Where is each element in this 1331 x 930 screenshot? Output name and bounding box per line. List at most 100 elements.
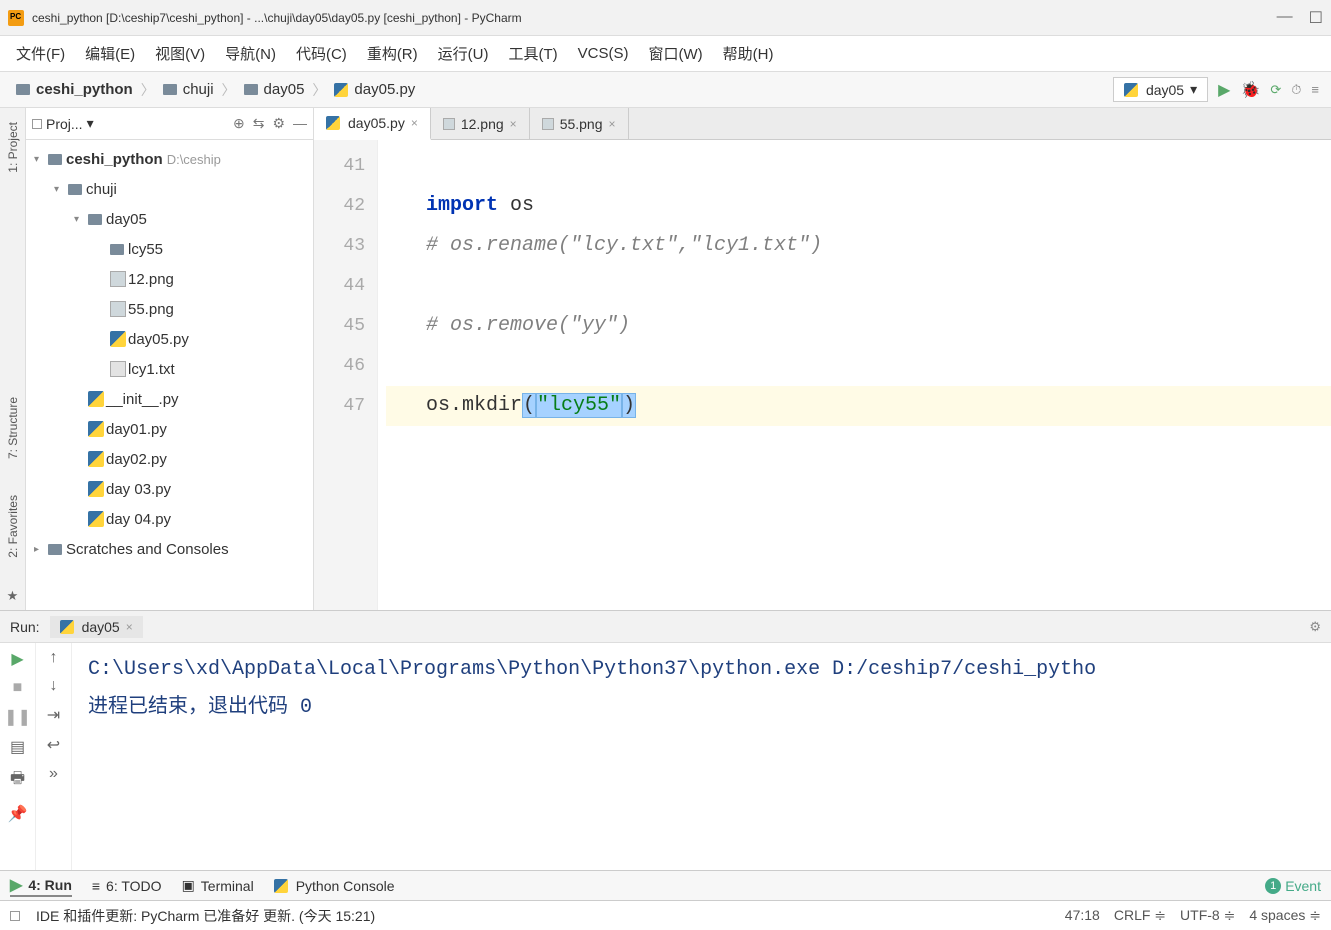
tree-day05py[interactable]: day05.py (26, 324, 313, 354)
folder-icon (16, 84, 30, 95)
menu-view[interactable]: 视图(V) (147, 39, 213, 68)
python-icon (88, 511, 104, 527)
minimize-button[interactable]: — (1277, 8, 1293, 28)
tree-day04[interactable]: day 04.py (26, 504, 313, 534)
run-tab[interactable]: day05× (50, 616, 143, 638)
stop-button[interactable]: ■ (13, 679, 23, 697)
close-icon[interactable]: × (411, 116, 418, 130)
tree-root[interactable]: ▾ceshi_pythonD:\ceship (26, 144, 313, 174)
soft-wrap-button[interactable]: ↩ (47, 735, 60, 755)
project-panel-header: Proj... ▾ ⊕ ⇆ ⚙ — (26, 108, 313, 140)
python-icon (1124, 83, 1138, 97)
folder-icon (163, 84, 177, 95)
locate-button[interactable]: ⊕ (233, 115, 245, 132)
tree-day01[interactable]: day01.py (26, 414, 313, 444)
event-log-button[interactable]: 1Event (1265, 878, 1321, 894)
tree-chuji[interactable]: ▾chuji (26, 174, 313, 204)
project-panel: Proj... ▾ ⊕ ⇆ ⚙ — ▾ceshi_pythonD:\ceship… (26, 108, 314, 610)
python-icon (274, 879, 288, 893)
up-button[interactable]: ↑ (50, 649, 58, 667)
statusbar-icon[interactable] (10, 911, 20, 921)
search-everywhere-button[interactable]: ≡ (1311, 82, 1319, 97)
tree-lcy1txt[interactable]: lcy1.txt (26, 354, 313, 384)
close-icon[interactable]: × (609, 117, 616, 131)
profile-button[interactable]: ⏱ (1291, 82, 1301, 98)
layout-button[interactable]: ▤ (10, 737, 25, 757)
file-encoding[interactable]: UTF-8 ≑ (1180, 907, 1235, 924)
breadcrumb-pkg[interactable]: chuji (159, 79, 218, 100)
tree-12png[interactable]: 12.png (26, 264, 313, 294)
menu-run[interactable]: 运行(U) (430, 39, 497, 68)
run-with-coverage-button[interactable]: ⟳ (1270, 82, 1281, 98)
rerun-button[interactable]: ▶ (11, 649, 23, 669)
folder-icon (68, 184, 82, 195)
export-button[interactable]: ⇥ (47, 705, 60, 725)
breadcrumb-root[interactable]: ceshi_python (12, 79, 137, 100)
python-icon (334, 83, 348, 97)
down-button[interactable]: ↓ (50, 677, 58, 695)
menu-help[interactable]: 帮助(H) (715, 39, 782, 68)
console-line-3: 进程已结束，退出代码 0 (88, 689, 1315, 727)
run-button[interactable]: ▶ (1218, 80, 1230, 100)
code-editor[interactable]: 41424344454647 import os # os.rename("lc… (314, 140, 1331, 610)
menu-refactor[interactable]: 重构(R) (359, 39, 426, 68)
tree-scratches[interactable]: ▸Scratches and Consoles (26, 534, 313, 564)
scroll-end-button[interactable]: » (49, 765, 58, 783)
breadcrumb-folder[interactable]: day05 (240, 79, 309, 100)
code-body[interactable]: import os # os.rename("lcy.txt","lcy1.tx… (378, 140, 1331, 610)
image-icon (542, 118, 554, 130)
bottom-tab-pyconsole[interactable]: Python Console (274, 878, 395, 894)
breadcrumb-sep: 〉 (222, 80, 236, 100)
tree-day03[interactable]: day 03.py (26, 474, 313, 504)
project-tree[interactable]: ▾ceshi_pythonD:\ceship ▾chuji ▾day05 lcy… (26, 140, 313, 610)
close-icon[interactable]: × (510, 117, 517, 131)
close-icon[interactable]: × (126, 620, 133, 634)
debug-button[interactable]: 🐞 (1240, 80, 1260, 100)
bottom-tab-terminal[interactable]: ▣Terminal (182, 877, 254, 894)
bottom-tab-run[interactable]: ▶4: Run (10, 875, 72, 897)
run-icon: ▶ (10, 875, 22, 895)
settings-button[interactable]: ⚙ (272, 115, 285, 132)
bottom-tab-todo[interactable]: ≡6: TODO (92, 878, 162, 894)
pin-button[interactable]: 📌 (8, 804, 28, 824)
tab-12png[interactable]: 12.png× (431, 108, 530, 139)
rail-favorites[interactable]: 2: Favorites (6, 489, 20, 564)
image-icon (443, 118, 455, 130)
folder-icon (48, 544, 62, 555)
tree-55png[interactable]: 55.png (26, 294, 313, 324)
window-title: ceshi_python [D:\ceship7\ceshi_python] -… (32, 11, 1277, 25)
rail-project[interactable]: 1: Project (6, 116, 20, 179)
tree-init[interactable]: __init__.py (26, 384, 313, 414)
menu-code[interactable]: 代码(C) (288, 39, 355, 68)
python-icon (326, 116, 340, 130)
print-button[interactable]: 🖶 (10, 767, 25, 794)
run-console[interactable]: C:\Users\xd\AppData\Local\Programs\Pytho… (72, 643, 1331, 870)
paren-highlight: ( (522, 393, 536, 418)
menu-navigate[interactable]: 导航(N) (217, 39, 284, 68)
caret-position[interactable]: 47:18 (1065, 907, 1100, 924)
maximize-button[interactable]: ☐ (1309, 8, 1323, 28)
run-tool-window: Run: day05× ⚙ ▶ ■ ❚❚ ▤ 🖶 📌 ↑ ↓ ⇥ ↩ » C:\… (0, 610, 1331, 870)
breadcrumb-file[interactable]: day05.py (330, 79, 419, 100)
tab-day05[interactable]: day05.py× (314, 108, 431, 140)
bottom-tool-tabs: ▶4: Run ≡6: TODO ▣Terminal Python Consol… (0, 870, 1331, 900)
pause-button[interactable]: ❚❚ (4, 707, 31, 727)
menu-window[interactable]: 窗口(W) (640, 39, 710, 68)
tree-day05[interactable]: ▾day05 (26, 204, 313, 234)
tab-55png[interactable]: 55.png× (530, 108, 629, 139)
settings-button[interactable]: ⚙ (1309, 619, 1321, 635)
menu-vcs[interactable]: VCS(S) (570, 41, 637, 66)
tree-day02[interactable]: day02.py (26, 444, 313, 474)
menu-file[interactable]: 文件(F) (8, 39, 73, 68)
run-config-selector[interactable]: day05 ▾ (1113, 77, 1208, 102)
menu-tools[interactable]: 工具(T) (500, 39, 565, 68)
folder-icon (244, 84, 258, 95)
line-separator[interactable]: CRLF ≑ (1114, 907, 1166, 924)
hide-panel-button[interactable]: — (293, 115, 307, 132)
tree-lcy55[interactable]: lcy55 (26, 234, 313, 264)
collapse-all-button[interactable]: ⇆ (253, 115, 265, 132)
project-panel-title[interactable]: Proj... ▾ (32, 115, 94, 132)
menu-edit[interactable]: 编辑(E) (77, 39, 143, 68)
rail-structure[interactable]: 7: Structure (6, 391, 20, 465)
indent-setting[interactable]: 4 spaces ≑ (1249, 907, 1321, 924)
